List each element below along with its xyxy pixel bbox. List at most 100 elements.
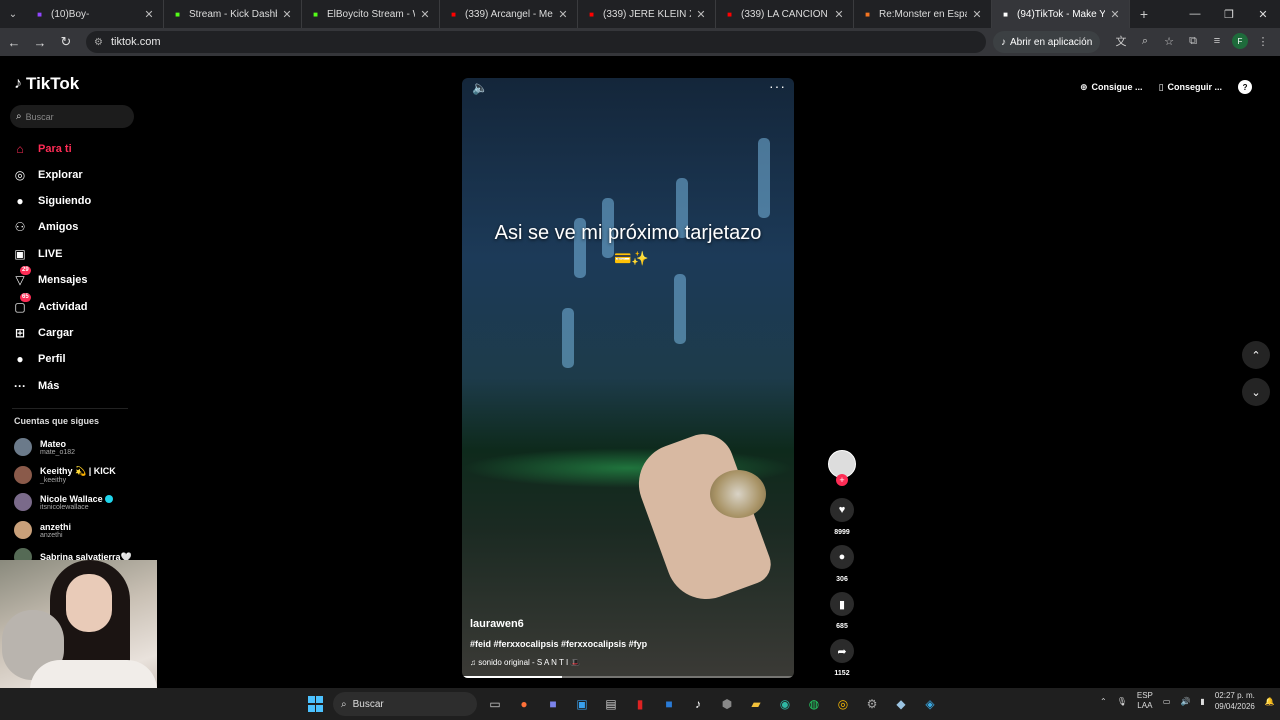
tab-close-icon[interactable]: ✕ xyxy=(557,8,569,21)
app-red-icon[interactable]: ▮ xyxy=(631,693,649,715)
notification-icon[interactable]: 🔔 xyxy=(1265,697,1275,706)
toolbar-icons: 文 ⌕ ☆ ⧉ ≡ F ⋮ xyxy=(1112,30,1272,52)
network-icon[interactable]: ▭ xyxy=(1163,697,1171,706)
chrome-icon[interactable]: ◎ xyxy=(834,693,852,715)
microphone-icon[interactable]: 🎙 xyxy=(1117,697,1127,706)
more-options-icon[interactable]: ··· xyxy=(769,78,786,94)
bookmark-star-icon[interactable]: ☆ xyxy=(1160,30,1178,52)
volume-icon[interactable]: 🔊 xyxy=(1180,697,1190,706)
whatsapp-icon[interactable]: ◍ xyxy=(805,693,823,715)
explorer-icon[interactable]: ▤ xyxy=(602,693,620,715)
sidebar-item[interactable]: ▢ 65 Actividad xyxy=(12,293,88,318)
twitch-icon: ■ xyxy=(37,9,42,19)
sidebar-item[interactable]: ⊞ Cargar xyxy=(12,322,74,344)
sidebar-item[interactable]: ◎ Explorar xyxy=(12,164,83,186)
get-coins-button[interactable]: ⊕ Consigue ... xyxy=(1080,82,1143,93)
share-button[interactable]: ➦ xyxy=(830,639,854,663)
browser-tab[interactable]: ■ (339) JERE KLEIN X KATTE ✕ xyxy=(578,0,716,28)
translate-icon[interactable]: 文 xyxy=(1112,30,1130,52)
site-info-icon[interactable]: ⚙ xyxy=(94,37,103,48)
browser-tab[interactable]: ■ ElBoycito Stream - Watch ✕ xyxy=(302,0,440,28)
app-dark-icon[interactable]: ⬢ xyxy=(718,693,736,715)
video-author[interactable]: laurawen6 xyxy=(470,618,524,630)
tab-close-icon[interactable]: ✕ xyxy=(143,8,155,21)
minimize-button[interactable]: — xyxy=(1178,0,1212,28)
save-button[interactable]: ▮ xyxy=(830,592,854,616)
clock[interactable]: 02:27 p. m. 09/04/2026 xyxy=(1215,690,1255,712)
start-button[interactable] xyxy=(308,696,324,712)
followed-account[interactable]: anzethi anzethi xyxy=(14,521,71,539)
previous-video-button[interactable]: ⌃ xyxy=(1242,341,1270,369)
search-placeholder: Buscar xyxy=(25,111,54,122)
url-field[interactable]: ⚙ tiktok.com xyxy=(86,31,986,53)
next-video-button[interactable]: ⌄ xyxy=(1242,378,1270,406)
outlook-icon[interactable]: ■ xyxy=(660,693,678,715)
tab-close-icon[interactable]: ✕ xyxy=(833,8,845,21)
browser-tab[interactable]: ■ (339) LA CANCION DE FA ✕ xyxy=(716,0,854,28)
video-progress-bar[interactable] xyxy=(462,676,794,678)
menu-kebab-icon[interactable]: ⋮ xyxy=(1254,30,1272,52)
tray-expand-icon[interactable]: ⌃ xyxy=(1100,697,1107,706)
sidebar-item[interactable]: ⌂ Para ti xyxy=(12,138,71,160)
sidebar-item[interactable]: ··· Más xyxy=(12,375,59,397)
media-control-icon[interactable]: ≡ xyxy=(1208,30,1226,52)
edge-icon[interactable]: ◉ xyxy=(776,693,794,715)
teams-icon[interactable]: ■ xyxy=(544,693,562,715)
tab-close-icon[interactable]: ✕ xyxy=(419,8,431,21)
upload-icon: ⊞ xyxy=(14,326,26,340)
sidebar-item[interactable]: ▽ 29 Mensajes xyxy=(12,266,88,291)
close-window-button[interactable]: ✕ xyxy=(1246,0,1280,28)
steam-icon[interactable]: ◆ xyxy=(892,693,910,715)
app-blue-icon[interactable]: ◈ xyxy=(921,693,939,715)
folder-icon[interactable]: ▰ xyxy=(747,693,765,715)
store-icon[interactable]: ▣ xyxy=(573,693,591,715)
back-button[interactable]: ← xyxy=(2,30,26,54)
followed-account[interactable]: Nicole Wallace itsnicolewallace xyxy=(14,493,113,511)
firefox-icon[interactable]: ● xyxy=(515,693,533,715)
profile-menu-button[interactable]: ? xyxy=(1238,80,1253,94)
tiktok-icon: ■ xyxy=(1003,9,1008,19)
sidebar-item[interactable]: ▣ LIVE xyxy=(12,243,62,265)
tab-close-icon[interactable]: ✕ xyxy=(1109,8,1121,21)
tab-close-icon[interactable]: ✕ xyxy=(695,8,707,21)
forward-button[interactable]: → xyxy=(28,30,52,54)
profile-avatar[interactable]: F xyxy=(1232,33,1248,49)
sidebar-item[interactable]: ● Perfil xyxy=(12,348,65,370)
video-sound[interactable]: ♫ sonido original - S A N T I 🎩 xyxy=(470,658,580,667)
tiktok-logo[interactable]: ♪ TikTok xyxy=(14,74,79,94)
like-button[interactable]: ♥ xyxy=(830,498,854,522)
browser-tab[interactable]: ■ (339) Arcangel - Me Prefe ✕ xyxy=(440,0,578,28)
comment-button[interactable]: ● xyxy=(830,545,854,569)
browser-tab[interactable]: ■ Re:Monster en Español (C ✕ xyxy=(854,0,992,28)
extensions-icon[interactable]: ⧉ xyxy=(1184,30,1202,52)
tiktok-app-icon[interactable]: ♪ xyxy=(689,693,707,715)
battery-icon[interactable]: ▮ xyxy=(1200,697,1204,706)
tiktok-logo-icon: ♪ xyxy=(14,75,22,92)
reload-button[interactable]: ↻ xyxy=(54,30,78,54)
app-gear-icon[interactable]: ⚙ xyxy=(863,693,881,715)
browser-tab[interactable]: ■ (10)Boy- ✕ xyxy=(26,0,164,28)
sidebar-item[interactable]: ⚇ Amigos xyxy=(12,216,79,238)
video-player[interactable]: 🔈 ··· Asi se ve mi próximo tarjetazo 💳✨ … xyxy=(462,78,794,678)
volume-icon[interactable]: 🔈 xyxy=(472,80,488,96)
language-indicator[interactable]: ESP LAA xyxy=(1137,691,1153,711)
open-in-app-button[interactable]: ♪ Abrir en aplicación xyxy=(993,31,1101,53)
browser-tab[interactable]: ■ Stream - Kick Dashboard ✕ xyxy=(164,0,302,28)
tab-search-button[interactable]: ⌄ xyxy=(0,0,26,28)
follow-plus-button[interactable]: + xyxy=(836,474,848,486)
zoom-icon[interactable]: ⌕ xyxy=(1136,30,1154,52)
task-view-icon[interactable]: ▭ xyxy=(486,693,504,715)
get-app-button[interactable]: ▯ Conseguir ... xyxy=(1159,82,1222,93)
followed-account[interactable]: Keeithy 💫 | KICK _keeithy xyxy=(14,466,116,484)
taskbar-search[interactable]: ⌕ Buscar xyxy=(333,692,477,716)
maximize-button[interactable]: ❐ xyxy=(1212,0,1246,28)
video-hashtags[interactable]: #feid #ferxxocalipsis #ferxxocalipsis #f… xyxy=(470,639,647,649)
browser-tab[interactable]: ■ (94)TikTok - Make You ✕ xyxy=(992,0,1130,28)
sidebar-item[interactable]: ● Siguiendo xyxy=(12,190,91,212)
tab-close-icon[interactable]: ✕ xyxy=(281,8,293,21)
avatar xyxy=(14,493,32,511)
new-tab-button[interactable]: + xyxy=(1130,6,1158,22)
followed-account[interactable]: Mateo mate_o182 xyxy=(14,438,75,456)
search-input[interactable]: ⌕ Buscar xyxy=(10,105,134,128)
tab-close-icon[interactable]: ✕ xyxy=(971,8,983,21)
